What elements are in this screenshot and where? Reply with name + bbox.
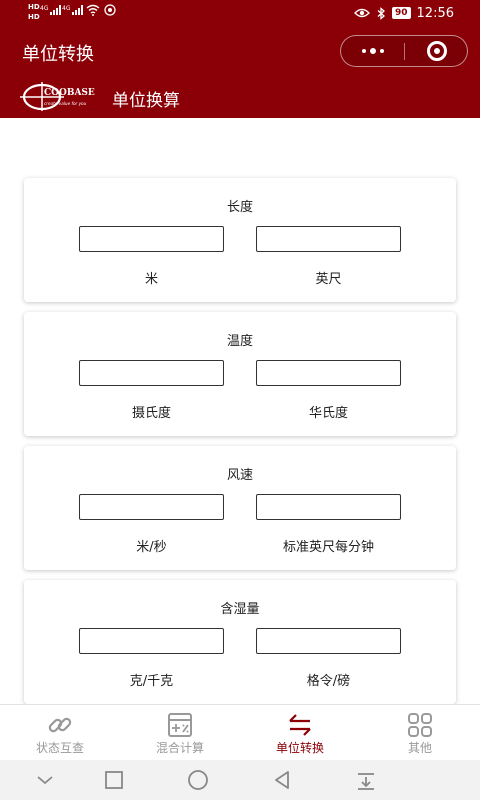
tab-other[interactable]: 其他 — [360, 705, 480, 761]
more-button[interactable] — [341, 36, 404, 66]
bottom-tab-bar: 状态互查 混合计算 单位转换 其他 — [0, 704, 480, 760]
converter-list[interactable]: 长度 米 英尺 温度 摄氏度 华氏度 风速 米/秒 标准英尺每分钟 含湿量 克/… — [0, 118, 480, 704]
tab-mixed-calc[interactable]: 混合计算 — [120, 705, 240, 761]
hd-label-2: HD — [28, 13, 40, 21]
tab-unit-convert[interactable]: 单位转换 — [240, 705, 360, 761]
card-length: 长度 米 英尺 — [24, 178, 456, 302]
tab-label: 单位转换 — [275, 741, 324, 755]
status-signal-group: HD HD 4G 4G — [28, 3, 148, 23]
unit-label-celsius: 摄氏度 — [131, 406, 171, 421]
unit-label-g-per-kg: 克/千克 — [129, 674, 174, 689]
card-title: 风速 — [226, 468, 253, 483]
tab-label: 其他 — [407, 741, 432, 755]
card-title: 温度 — [226, 334, 253, 349]
more-dot-icon — [361, 49, 366, 53]
logo-wordmark: COOBASE — [44, 88, 95, 98]
mps-input[interactable] — [79, 494, 224, 520]
unit-label-sfpm: 标准英尺每分钟 — [282, 540, 374, 555]
sync-icon — [104, 4, 116, 16]
unit-label-foot: 英尺 — [315, 272, 342, 287]
net-type-2: 4G — [62, 5, 71, 12]
notification-pull-icon[interactable] — [354, 768, 378, 792]
system-nav-bar — [0, 760, 480, 800]
coobase-logo: COOBASE create value for you — [20, 82, 95, 111]
hd-label-1: HD — [28, 3, 40, 11]
brand-header: COOBASE create value for you 单位换算 — [0, 76, 480, 118]
unit-label-mps: 米/秒 — [136, 540, 167, 555]
status-bar: HD HD 4G 4G 90 12:56 — [0, 0, 480, 26]
page-title: 单位转换 — [22, 44, 94, 65]
unit-label-meter: 米 — [144, 272, 158, 287]
status-right-group: 90 12:56 — [354, 4, 454, 22]
card-temperature: 温度 摄氏度 华氏度 — [24, 312, 456, 436]
signal-2-icon — [72, 5, 83, 15]
tab-label: 状态互查 — [35, 741, 84, 755]
grain-per-lb-input[interactable] — [256, 628, 401, 654]
fahrenheit-input[interactable] — [256, 360, 401, 386]
net-type-1: 4G — [40, 5, 49, 12]
signal-1-icon — [50, 5, 61, 15]
wifi-icon — [86, 4, 100, 16]
card-humidity-ratio: 含湿量 克/千克 格令/磅 — [24, 580, 456, 704]
tab-status-check[interactable]: 状态互查 — [0, 705, 120, 761]
tab-label: 混合计算 — [155, 741, 204, 755]
target-icon — [426, 41, 447, 61]
logo-slogan: create value for you — [44, 101, 87, 106]
back-icon[interactable] — [270, 768, 294, 792]
mini-program-capsule — [340, 35, 468, 67]
celsius-input[interactable] — [79, 360, 224, 386]
card-title: 长度 — [226, 200, 253, 215]
recent-apps-icon[interactable] — [102, 768, 126, 792]
brand-heading: 单位换算 — [112, 91, 180, 111]
more-dot-icon — [369, 48, 376, 54]
status-time: 12:56 — [416, 5, 454, 21]
foot-input[interactable] — [256, 226, 401, 252]
unit-label-fahrenheit: 华氏度 — [308, 406, 348, 421]
sfpm-input[interactable] — [256, 494, 401, 520]
card-title: 含湿量 — [220, 602, 260, 617]
bluetooth-icon — [377, 6, 385, 20]
close-button[interactable] — [405, 36, 468, 66]
more-dot-icon — [379, 49, 384, 53]
home-icon[interactable] — [186, 768, 210, 792]
link-icon — [48, 717, 72, 733]
grid-icon — [408, 713, 432, 737]
swap-icon — [289, 714, 311, 736]
calculator-icon — [168, 713, 192, 737]
title-bar: 单位转换 — [0, 26, 480, 76]
chevron-down-icon[interactable] — [33, 768, 57, 792]
unit-label-grain-per-lb: 格令/磅 — [306, 674, 351, 689]
battery-level: 90 — [392, 7, 411, 19]
g-per-kg-input[interactable] — [79, 628, 224, 654]
card-wind-speed: 风速 米/秒 标准英尺每分钟 — [24, 446, 456, 570]
meter-input[interactable] — [79, 226, 224, 252]
eye-icon — [354, 8, 370, 18]
